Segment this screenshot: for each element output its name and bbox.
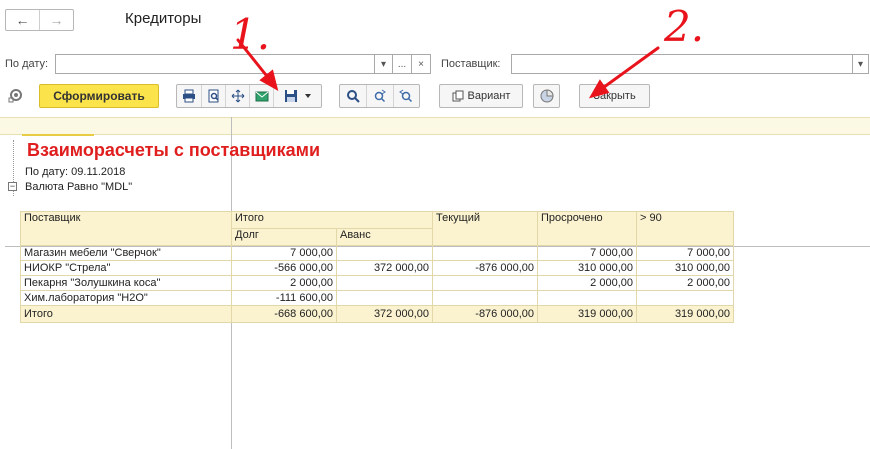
annotation-arrowhead-2 [588,79,610,99]
annotation-arrow-2 [598,46,660,92]
annotation-label-2: 2. [664,2,705,51]
annotation-overlay [236,38,660,99]
annotation-label-1: 1. [230,10,271,59]
